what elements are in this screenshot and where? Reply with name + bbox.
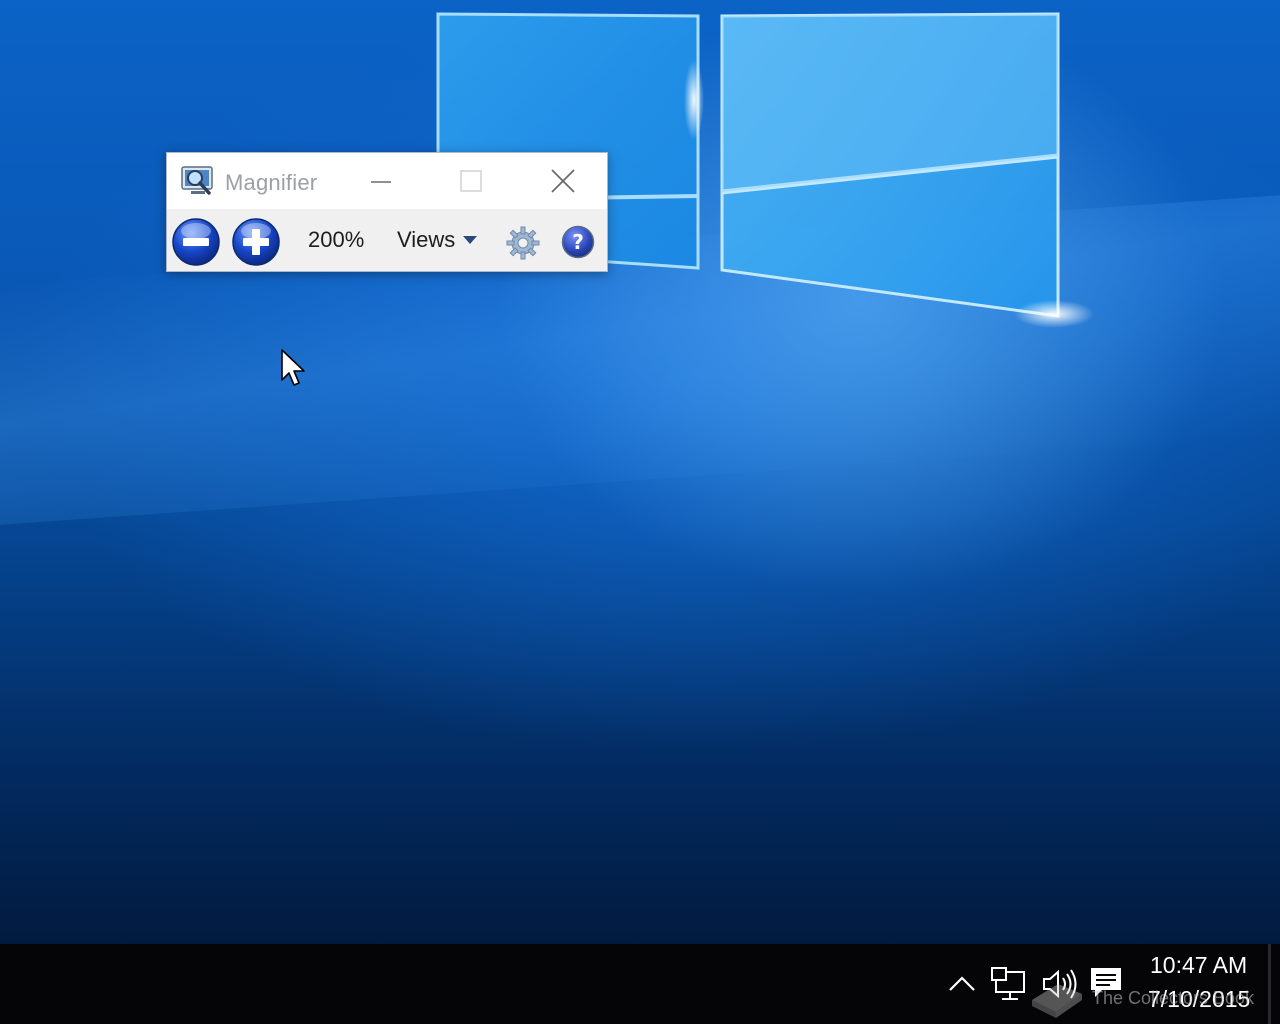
close-icon — [551, 169, 575, 193]
minimize-button[interactable] — [359, 161, 403, 201]
windows-logo-graphic — [436, 12, 1094, 328]
minimize-icon — [371, 181, 391, 183]
help-icon[interactable]: ? — [561, 225, 595, 259]
maximize-button[interactable] — [449, 161, 493, 201]
zoom-in-icon — [232, 218, 280, 266]
watermark-text: The Collectors Book — [1092, 988, 1255, 1008]
zoom-in-button[interactable] — [231, 217, 281, 267]
zoom-level-label: 200% — [308, 227, 365, 252]
mouse-pointer-icon — [281, 349, 305, 386]
maximize-icon — [460, 170, 482, 192]
magnifier-app-icon — [181, 166, 213, 195]
chevron-down-icon — [463, 236, 478, 244]
magnifier-toolbar: 200% Views ? — [167, 209, 607, 271]
zoom-out-button[interactable] — [171, 217, 221, 267]
network-icon[interactable] — [990, 966, 1030, 1004]
clock-time[interactable]: 10:47 AM — [1150, 952, 1247, 979]
svg-text:?: ? — [572, 230, 584, 254]
magnifier-window[interactable]: Magnifier 200% Views ? — [166, 152, 608, 272]
show-desktop-button[interactable] — [1268, 944, 1271, 1024]
close-button[interactable] — [541, 161, 585, 201]
views-dropdown-button[interactable]: Views — [397, 227, 478, 253]
zoom-out-icon — [172, 218, 220, 266]
window-title: Magnifier — [225, 170, 318, 195]
magnifier-title-bar[interactable]: Magnifier — [167, 153, 607, 209]
gear-icon[interactable] — [505, 225, 541, 261]
watermark-book-icon — [1032, 984, 1082, 1018]
desktop-wallpaper — [0, 0, 1280, 944]
chevron-up-icon[interactable] — [946, 970, 978, 998]
views-label: Views — [397, 227, 456, 252]
